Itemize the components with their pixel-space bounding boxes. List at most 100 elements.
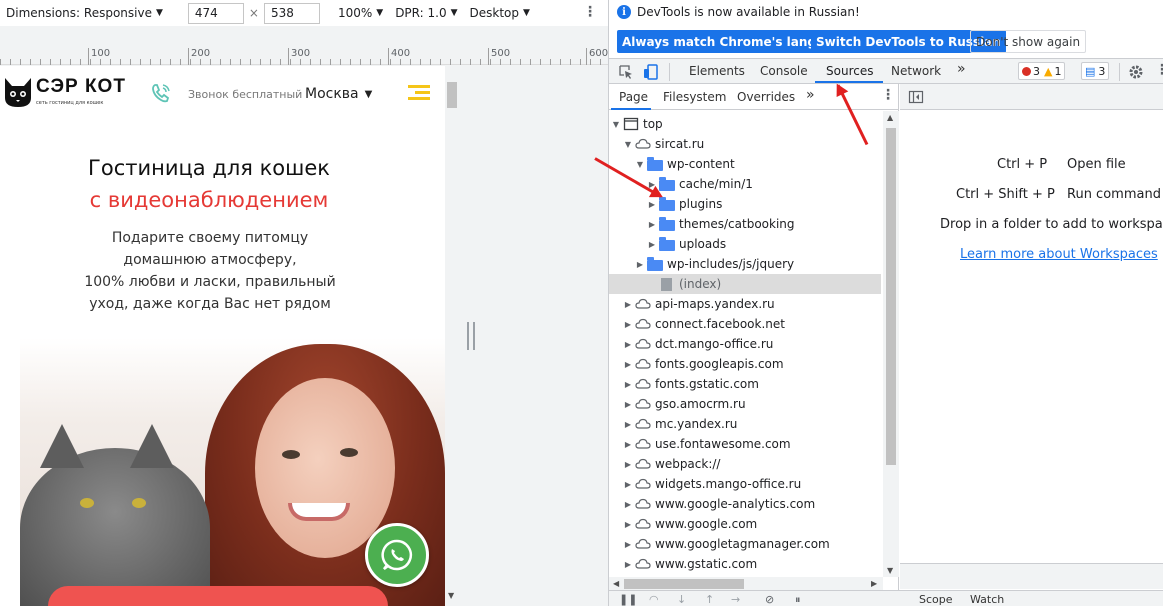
step-into-icon[interactable]: ↓ (677, 593, 686, 606)
expand-right-icon[interactable]: ▶ (623, 360, 633, 369)
expand-right-icon[interactable]: ▶ (623, 480, 633, 489)
expand-right-icon[interactable]: ▶ (623, 320, 633, 329)
emulated-viewport[interactable]: СЭР КОТ сеть гостиниц для кошек Звонок б… (0, 66, 445, 606)
tree-domain-item[interactable]: ▼ sircat.ru (609, 134, 881, 154)
expand-right-icon[interactable]: ▶ (623, 420, 633, 429)
tree-domain-item[interactable]: ▶ fonts.googleapis.com (609, 354, 881, 374)
tree-horizontal-scrollbar[interactable]: ◀ ▶ (609, 577, 883, 591)
tree-domain-item[interactable]: ▶ www.gstatic.com (609, 554, 881, 574)
deactivate-breakpoints-icon[interactable]: ⊘ (765, 593, 774, 606)
site-logo[interactable]: СЭР КОТ сеть гостиниц для кошек (2, 76, 126, 108)
expand-right-icon[interactable]: ▶ (623, 440, 633, 449)
viewport-scrollbar[interactable]: ▼ (445, 66, 459, 606)
expand-right-icon[interactable]: ▶ (647, 220, 657, 229)
expand-right-icon[interactable]: ▶ (623, 460, 633, 469)
tab-watch[interactable]: Watch (970, 593, 1004, 606)
issues-counter[interactable]: 3 ▲ 1 (1018, 62, 1066, 80)
zoom-select[interactable]: 100% ▼ (338, 6, 383, 20)
step-out-icon[interactable]: ↑ (705, 593, 714, 606)
tab-scope[interactable]: Scope (919, 593, 953, 606)
tree-domain-item[interactable]: ▶ widgets.mango-office.ru (609, 474, 881, 494)
expand-right-icon[interactable]: ▶ (623, 540, 633, 549)
expand-right-icon[interactable]: ▶ (623, 300, 633, 309)
tree-folder-item[interactable]: ▼ wp-content (609, 154, 881, 174)
expand-right-icon[interactable]: ▶ (623, 520, 633, 529)
tab-console[interactable]: Console (760, 64, 808, 78)
city-select[interactable]: Москва ▼ (305, 86, 372, 102)
expand-down-icon[interactable]: ▼ (623, 140, 633, 149)
step-over-icon[interactable]: ◠ (649, 593, 659, 606)
pause-icon[interactable]: ❚❚ (619, 593, 637, 606)
learn-workspaces-link[interactable]: Learn more about Workspaces (960, 247, 1158, 262)
tree-domain-item[interactable]: ▶ use.fontawesome.com (609, 434, 881, 454)
tree-folder-item[interactable]: ▶ uploads (609, 234, 881, 254)
expand-right-icon[interactable]: ▶ (623, 400, 633, 409)
tab-overrides[interactable]: Overrides (737, 90, 795, 104)
dont-show-again-button[interactable]: Don't show again (970, 30, 1087, 53)
viewport-resize-handle[interactable] (467, 322, 475, 350)
pause-on-exceptions-icon[interactable]: ⏸ (795, 593, 801, 606)
inspect-element-icon[interactable] (617, 63, 635, 81)
cta-button[interactable] (48, 586, 388, 606)
tree-domain-item[interactable]: ▶ www.google.com (609, 514, 881, 534)
tree-domain-item[interactable]: ▶ gso.amocrm.ru (609, 394, 881, 414)
tree-domain-item[interactable]: ▶ webpack:// (609, 454, 881, 474)
expand-right-icon[interactable]: ▶ (635, 260, 645, 269)
tab-sources[interactable]: Sources (826, 64, 873, 78)
width-input[interactable]: 474 (187, 2, 244, 24)
folder-icon (659, 216, 675, 231)
expand-right-icon[interactable]: ▶ (623, 340, 633, 349)
device-toolbar-icon[interactable] (642, 63, 660, 81)
scroll-right-icon[interactable]: ▶ (871, 579, 877, 588)
dimensions-select[interactable]: Dimensions: Responsive ▼ (6, 6, 163, 20)
phone-icon[interactable] (150, 82, 172, 104)
tree-folder-item[interactable]: ▶ themes/catbooking (609, 214, 881, 234)
tree-domain-item[interactable]: ▶ api-maps.yandex.ru (609, 294, 881, 314)
scroll-down-icon[interactable]: ▼ (887, 566, 893, 575)
whatsapp-button[interactable] (365, 523, 429, 587)
tree-domain-item[interactable]: ▶ www.googletagmanager.com (609, 534, 881, 554)
more-options-icon[interactable]: ⋮ (1155, 62, 1163, 78)
scroll-left-icon[interactable]: ◀ (613, 579, 619, 588)
more-tabs-icon[interactable]: » (806, 87, 815, 103)
expand-right-icon[interactable]: ▶ (623, 560, 633, 569)
tree-file-item[interactable]: (index) (609, 274, 881, 294)
step-icon[interactable]: → (731, 593, 740, 606)
drop-folder-hint: Drop in a folder to add to workspace (940, 217, 1163, 232)
tree-scrollbar[interactable]: ▲ ▼ (883, 111, 899, 577)
scrollbar-thumb[interactable] (886, 128, 896, 465)
expand-down-icon[interactable]: ▼ (635, 160, 645, 169)
tree-folder-item[interactable]: ▶ wp-includes/js/jquery (609, 254, 881, 274)
height-input[interactable]: 538 (263, 2, 320, 24)
scroll-down-icon[interactable]: ▼ (448, 591, 454, 600)
scrollbar-thumb[interactable] (447, 82, 457, 108)
more-tabs-icon[interactable]: » (957, 61, 966, 77)
tab-network[interactable]: Network (891, 64, 941, 78)
scrollbar-thumb[interactable] (624, 579, 744, 589)
device-mode-select[interactable]: Desktop ▼ (470, 6, 530, 20)
more-options-icon[interactable]: ⋮ (583, 4, 597, 20)
tree-domain-item[interactable]: ▶ connect.facebook.net (609, 314, 881, 334)
scroll-up-icon[interactable]: ▲ (887, 113, 893, 122)
tree-domain-item[interactable]: ▶ mc.yandex.ru (609, 414, 881, 434)
toggle-navigator-icon[interactable] (908, 89, 924, 105)
expand-down-icon[interactable]: ▼ (611, 120, 621, 129)
call-free-label[interactable]: Звонок бесплатный (188, 88, 302, 101)
tab-filesystem[interactable]: Filesystem (663, 90, 726, 104)
tree-domain-item[interactable]: ▶ dct.mango-office.ru (609, 334, 881, 354)
dpr-select[interactable]: DPR: 1.0 ▼ (395, 6, 457, 20)
tab-elements[interactable]: Elements (689, 64, 745, 78)
expand-right-icon[interactable]: ▶ (647, 240, 657, 249)
tree-domain-item[interactable]: ▶ www.google-analytics.com (609, 494, 881, 514)
hamburger-menu-icon[interactable] (408, 85, 430, 101)
messages-counter[interactable]: ▤ 3 (1081, 62, 1110, 80)
expand-right-icon[interactable]: ▶ (623, 500, 633, 509)
open-file-label: Open file (1067, 157, 1126, 172)
gear-icon[interactable] (1127, 63, 1145, 81)
expand-right-icon[interactable]: ▶ (623, 380, 633, 389)
tab-page[interactable]: Page (619, 90, 648, 104)
more-options-icon[interactable]: ⋮ (881, 87, 895, 103)
tree-frame-item[interactable]: ▼ top (609, 114, 881, 134)
photo-eye (340, 448, 358, 457)
tree-domain-item[interactable]: ▶ fonts.gstatic.com (609, 374, 881, 394)
